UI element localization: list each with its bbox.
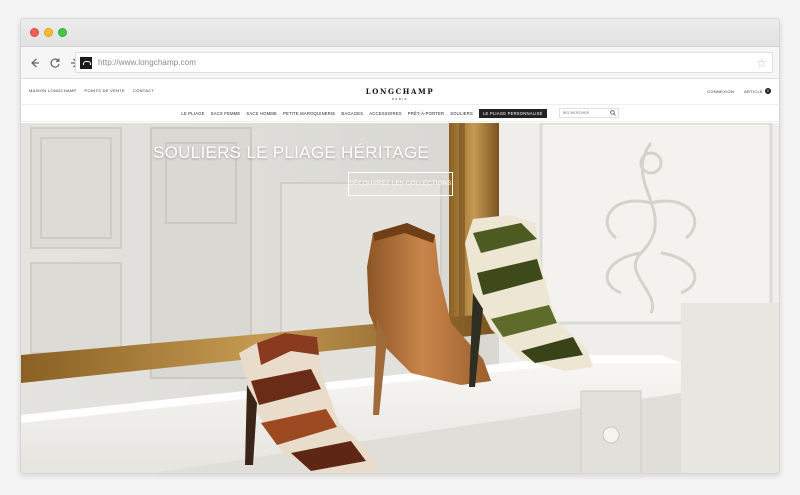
nav-accessoires[interactable]: Accessoires	[369, 111, 401, 116]
close-window-button[interactable]	[30, 28, 39, 37]
nav-souliers[interactable]: Souliers	[450, 111, 473, 116]
reload-icon[interactable]	[47, 55, 63, 71]
website: Maison Longchamp Points de vente Contact…	[21, 80, 779, 473]
search-icon[interactable]	[609, 110, 616, 116]
url-text[interactable]: http://www.longchamp.com	[98, 58, 196, 67]
hero-title: SOULIERS LE PLIAGE HÉRITAGE	[152, 143, 430, 162]
logo-city: PARIS	[392, 97, 408, 101]
address-bar[interactable]: http://www.longchamp.com ☆	[75, 52, 773, 73]
nav-bagages[interactable]: Bagages	[341, 111, 363, 116]
nav-le-pliage[interactable]: Le Pliage	[181, 111, 204, 116]
arrow-left-icon[interactable]	[27, 55, 43, 71]
search-box	[558, 108, 619, 118]
minimize-window-button[interactable]	[44, 28, 53, 37]
browser-window: http://www.longchamp.com ☆ Maison Longch…	[20, 18, 780, 474]
longchamp-favicon-icon	[80, 56, 92, 69]
bag-link[interactable]: Article 0	[744, 88, 771, 94]
account-area: Connexion Article 0	[707, 88, 771, 94]
login-link[interactable]: Connexion	[707, 89, 734, 94]
site-header: Maison Longchamp Points de vente Contact…	[21, 80, 779, 104]
bag-label: Article	[744, 88, 763, 94]
title-bar	[21, 19, 779, 47]
bag-count-badge: 0	[765, 88, 771, 94]
star-icon[interactable]: ☆	[756, 56, 767, 70]
nav-le-pliage-personnalise[interactable]: Le Pliage Personnalisé	[479, 108, 547, 118]
browser-toolbar: http://www.longchamp.com ☆	[21, 47, 779, 79]
maximize-window-button[interactable]	[58, 28, 67, 37]
main-navigation: Le Pliage Sacs Femme Sacs Homme Petite M…	[21, 104, 779, 122]
search-input[interactable]	[559, 111, 608, 115]
hero-banner: SOULIERS LE PLIAGE HÉRITAGE Découvrez le…	[21, 123, 779, 473]
longchamp-logo[interactable]: LONGCHAMP PARIS	[21, 87, 779, 101]
nav-petite-maroquinerie[interactable]: Petite Maroquinerie	[283, 111, 335, 116]
nav-sacs-homme[interactable]: Sacs Homme	[246, 111, 277, 116]
nav-sacs-femme[interactable]: Sacs Femme	[211, 111, 241, 116]
logo-brand: LONGCHAMP	[365, 87, 435, 96]
nav-pret-a-porter[interactable]: Prêt-à-porter	[408, 111, 445, 116]
discover-collections-button[interactable]: Découvrez les collections	[348, 172, 453, 196]
